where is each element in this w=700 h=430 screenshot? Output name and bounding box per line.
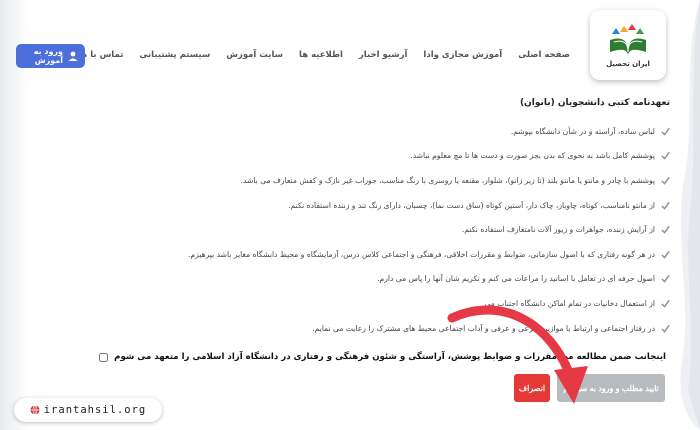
nav-support-system[interactable]: سیستم پشتیبانی xyxy=(139,50,210,60)
agreement-text: اینجانب ضمن مطالعه موا مقررات و ضوابط پو… xyxy=(114,352,666,362)
list-item: اصول حرفه ای در تعامل با اساتید را مراعا… xyxy=(130,267,670,292)
list-item: در هر گونه رفتاری که با اصول سازمانی، ضو… xyxy=(130,242,670,267)
agreement-checkbox[interactable] xyxy=(99,352,109,362)
nav-announcements[interactable]: اطلاعیه ها xyxy=(299,50,343,60)
rule-text: لباس ساده، آراسته و در شأن دانشگاه بپوشم… xyxy=(510,126,655,136)
browser-frame: ایران تحصیل صفحه اصلی آموزش مجازی وادا آ… xyxy=(0,0,700,430)
check-icon xyxy=(661,176,670,185)
book-logo-icon xyxy=(610,24,646,56)
login-label: ورود به آموزش xyxy=(33,47,63,65)
rule-text: در رفتار اجتماعی و ارتباط با موازین شرعی… xyxy=(312,323,655,333)
check-icon xyxy=(661,324,670,333)
pledge-section: تعهدنامه کتبی دانشجویان (بانوان) لباس سا… xyxy=(130,98,670,340)
agreement-row[interactable]: اینجانب ضمن مطالعه موا مقررات و ضوابط پو… xyxy=(99,352,666,362)
list-item: در رفتار اجتماعی و ارتباط با موازین شرعی… xyxy=(130,316,670,341)
rule-text: پوششم با چادر و مانتو یا مانتو بلند (تا … xyxy=(240,175,655,185)
check-icon xyxy=(661,250,670,259)
nav-contact[interactable]: تماس با ما xyxy=(79,50,124,60)
watermark-text: irantahsil.org xyxy=(43,404,147,416)
list-item: لباس ساده، آراسته و در شأن دانشگاه بپوشم… xyxy=(130,119,670,144)
rule-text: اصول حرفه ای در تعامل با اساتید را مراعا… xyxy=(377,274,655,284)
check-icon xyxy=(661,226,670,234)
list-item: از آرایش زننده، جواهرات و زیور آلات نامت… xyxy=(130,217,670,242)
rule-text: پوششم کامل باشد به نحوی که بدن بجز صورت … xyxy=(410,151,655,161)
list-item: پوششم با چادر و مانتو یا مانتو بلند (تا … xyxy=(130,168,670,193)
check-icon xyxy=(661,201,670,210)
logo-text: ایران تحصیل xyxy=(606,60,650,68)
page-title: تعهدنامه کتبی دانشجویان (بانوان) xyxy=(519,98,670,108)
confirm-login-button[interactable]: تایید مطلب و ورود به سیستم xyxy=(557,374,665,402)
nav-news-archive[interactable]: آرشیو اخبار xyxy=(359,50,408,60)
site-watermark: irantahsil.org xyxy=(14,398,162,422)
main-nav: صفحه اصلی آموزش مجازی وادا آرشیو اخبار ا… xyxy=(79,50,570,60)
rule-text: از آرایش زننده، جواهرات و زیور آلات نامت… xyxy=(461,225,655,235)
globe-icon xyxy=(30,405,40,415)
check-icon xyxy=(661,299,670,308)
site-header: ایران تحصیل صفحه اصلی آموزش مجازی وادا آ… xyxy=(0,0,700,84)
nav-home[interactable]: صفحه اصلی xyxy=(518,50,570,60)
check-icon xyxy=(661,275,670,284)
list-item: پوششم کامل باشد به نحوی که بدن بجز صورت … xyxy=(130,144,670,169)
site-logo[interactable]: ایران تحصیل xyxy=(590,10,666,80)
rule-text: از مانتو نامناسب، کوتاه، چاوباز، چاک دار… xyxy=(288,200,655,210)
list-item: از استعمال دخانیات در تمام اماکن دانشگاه… xyxy=(130,291,670,316)
nav-virtual-education[interactable]: آموزش مجازی وادا xyxy=(423,50,502,60)
check-icon xyxy=(661,152,670,161)
nav-education-site[interactable]: سایت آموزش xyxy=(226,50,283,60)
rule-text: از استعمال دخانیات در تمام اماکن دانشگاه… xyxy=(484,298,655,308)
rule-text: در هر گونه رفتاری که با اصول سازمانی، ضو… xyxy=(188,249,655,259)
list-item: از مانتو نامناسب، کوتاه، چاوباز، چاک دار… xyxy=(130,193,670,218)
user-icon xyxy=(67,50,79,62)
login-button[interactable]: ورود به آموزش xyxy=(16,44,85,68)
check-icon xyxy=(661,127,670,136)
rules-list: لباس ساده، آراسته و در شأن دانشگاه بپوشم… xyxy=(130,119,670,340)
cancel-button[interactable]: انصراف xyxy=(514,374,550,402)
